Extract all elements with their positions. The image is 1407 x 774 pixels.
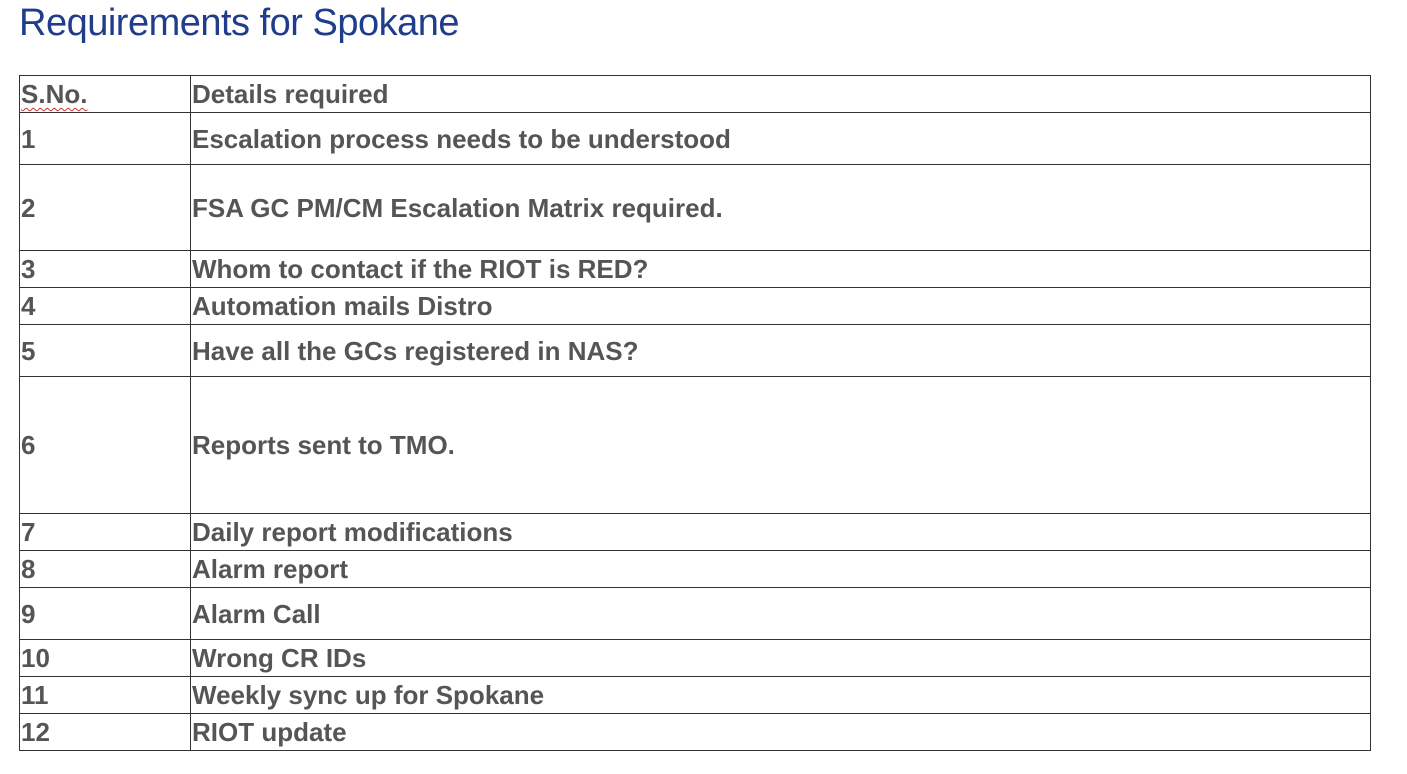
row-sno: 4 [19, 287, 191, 325]
row-sno: 9 [19, 587, 191, 640]
table-row: 3 Whom to contact if the RIOT is RED? [19, 250, 1371, 288]
row-details: Reports sent to TMO. [190, 376, 1371, 514]
requirements-table: S.No. Details required 1 Escalation proc… [19, 75, 1371, 751]
table-row: 5 Have all the GCs registered in NAS? [19, 324, 1371, 377]
table-row: 8 Alarm report [19, 550, 1371, 588]
row-sno: 6 [19, 376, 191, 514]
row-details: Alarm report [190, 550, 1371, 588]
row-sno: 2 [19, 164, 191, 251]
table-row: 12 RIOT update [19, 713, 1371, 751]
row-details: Have all the GCs registered in NAS? [190, 324, 1371, 377]
row-details: Automation mails Distro [190, 287, 1371, 325]
page-title: Requirements for Spokane [19, 2, 460, 44]
row-details: Weekly sync up for Spokane [190, 676, 1371, 714]
row-details: Alarm Call [190, 587, 1371, 640]
header-sno-label: S.No. [21, 79, 88, 109]
row-sno: 11 [19, 676, 191, 714]
row-details: RIOT update [190, 713, 1371, 751]
row-sno: 5 [19, 324, 191, 377]
header-details: Details required [190, 75, 1371, 113]
table-row: 6 Reports sent to TMO. [19, 376, 1371, 514]
row-details: Escalation process needs to be understoo… [190, 112, 1371, 165]
row-details: Wrong CR IDs [190, 639, 1371, 677]
table-row: 9 Alarm Call [19, 587, 1371, 640]
table-row: 1 Escalation process needs to be underst… [19, 112, 1371, 165]
table-row: 11 Weekly sync up for Spokane [19, 676, 1371, 714]
row-sno: 12 [19, 713, 191, 751]
row-sno: 10 [19, 639, 191, 677]
row-details: Whom to contact if the RIOT is RED? [190, 250, 1371, 288]
header-sno: S.No. [19, 75, 191, 113]
table-row: 4 Automation mails Distro [19, 287, 1371, 325]
row-details: Daily report modifications [190, 513, 1371, 551]
row-sno: 1 [19, 112, 191, 165]
table-row: 2 FSA GC PM/CM Escalation Matrix require… [19, 164, 1371, 251]
table-row: 10 Wrong CR IDs [19, 639, 1371, 677]
row-sno: 3 [19, 250, 191, 288]
row-sno: 7 [19, 513, 191, 551]
table-row: 7 Daily report modifications [19, 513, 1371, 551]
row-sno: 8 [19, 550, 191, 588]
table-header-row: S.No. Details required [19, 75, 1371, 113]
row-details: FSA GC PM/CM Escalation Matrix required. [190, 164, 1371, 251]
